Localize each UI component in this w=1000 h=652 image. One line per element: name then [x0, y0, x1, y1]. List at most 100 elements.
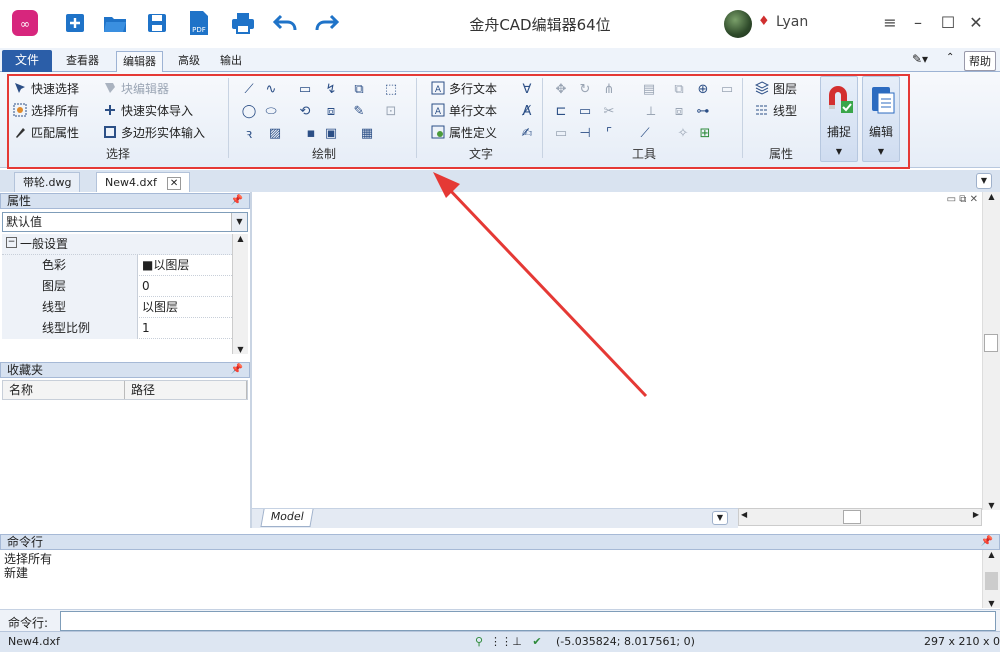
helix-icon[interactable]: ꝛ [240, 124, 258, 142]
trim-icon[interactable]: ✂ [600, 102, 618, 120]
collapse-ribbon-icon[interactable]: ⌃ [946, 52, 954, 63]
properties-select[interactable]: 默认值 ▼ [2, 212, 248, 232]
link-icon[interactable]: ⊶ [694, 102, 712, 120]
maximize-button[interactable]: ☐ [936, 10, 960, 36]
linetype-button[interactable]: 线型 [754, 100, 797, 120]
stretch-icon[interactable]: ▭ [718, 80, 736, 98]
hatch-icon[interactable]: ▨ [266, 124, 284, 142]
horizontal-scrollbar[interactable]: ◀ ▶ [738, 508, 982, 526]
doc-tab-2[interactable]: New4.dxf ✕ [96, 172, 191, 192]
close-tab-icon[interactable]: ✕ [166, 177, 182, 190]
group-icon[interactable]: ⧈ [670, 102, 688, 120]
menu-icon[interactable]: ≡ [878, 10, 902, 36]
layer-button[interactable]: 图层 [754, 78, 797, 98]
edit-dropdown-icon[interactable]: ▼ [863, 147, 899, 156]
column-header-path[interactable]: 路径 [125, 381, 247, 399]
tab-editor[interactable]: 编辑器 [116, 51, 163, 72]
redo-icon[interactable] [312, 8, 342, 38]
insert-icon[interactable]: ⊡ [382, 102, 400, 120]
scroll-thumb[interactable] [843, 510, 861, 524]
property-row[interactable]: 线型 以图层 [2, 297, 232, 318]
copy-entity-icon[interactable]: ⧉ [350, 80, 368, 98]
property-row[interactable]: 线型比例 1 [2, 318, 232, 339]
scroll-thumb[interactable] [984, 334, 998, 352]
select-all-button[interactable]: 选择所有 [12, 100, 79, 120]
vertical-scrollbar[interactable]: ▲ ▼ [982, 192, 1000, 510]
tab-list-icon[interactable]: ▼ [976, 173, 992, 189]
property-value[interactable]: 0 [139, 276, 150, 297]
scale-icon[interactable]: ▭ [576, 102, 594, 120]
match-props-button[interactable]: 匹配属性 [12, 122, 79, 142]
mirror-icon[interactable]: ⋔ [600, 80, 618, 98]
minimize-button[interactable]: – [906, 10, 930, 36]
help-button[interactable]: 帮助 [964, 51, 996, 71]
polygon-entity-input-button[interactable]: 多边形实体输入 [102, 122, 205, 142]
array-icon[interactable]: ▤ [640, 80, 658, 98]
snap-dropdown-icon[interactable]: ▼ [821, 147, 857, 156]
purge-icon[interactable]: ⊞ [696, 124, 714, 142]
style-icon[interactable]: ✎▾ [912, 52, 928, 66]
block-icon[interactable]: ⧈ [322, 102, 340, 120]
collapse-icon[interactable]: − [6, 237, 17, 248]
close-button[interactable]: ✕ [964, 10, 988, 36]
save-icon[interactable] [142, 8, 172, 38]
pin-icon[interactable]: 📌 [981, 535, 993, 549]
image-icon[interactable]: ▣ [322, 124, 340, 142]
multiline-text-button[interactable]: A 多行文本 [430, 78, 497, 98]
ortho-status-icon[interactable]: ⊥ [510, 635, 524, 649]
text-style-icon[interactable]: ꓯ [518, 80, 536, 98]
username[interactable]: Lyan [776, 14, 808, 30]
chevron-down-icon[interactable]: ▼ [231, 213, 247, 231]
property-section[interactable]: − 一般设置 [2, 234, 232, 255]
line-icon[interactable]: ⟋ [240, 80, 258, 98]
property-value[interactable]: 以图层 [139, 297, 178, 318]
spline-icon[interactable]: ∿ [262, 80, 280, 98]
ellipse-icon[interactable]: ⬭ [262, 102, 280, 120]
scroll-thumb[interactable] [985, 572, 998, 590]
dim-icon[interactable]: ▭ [552, 124, 570, 142]
avatar[interactable] [724, 10, 752, 38]
rectangle-icon[interactable]: ▭ [296, 80, 314, 98]
edit-button[interactable]: 编辑 ▼ [862, 76, 900, 162]
pen-icon[interactable]: ✎ [350, 102, 368, 120]
tab-output[interactable]: 输出 [214, 51, 248, 72]
column-header-name[interactable]: 名称 [3, 381, 125, 399]
layout-list-icon[interactable]: ▼ [712, 511, 728, 525]
arc-icon[interactable]: ⟲ [296, 102, 314, 120]
command-input[interactable] [60, 611, 996, 631]
pin-icon[interactable]: 📌 [231, 363, 243, 377]
property-row[interactable]: 图层 0 [2, 276, 232, 297]
property-row[interactable]: 色彩 ■以图层 [2, 255, 232, 276]
fillet-icon[interactable]: ⌜ [600, 124, 618, 142]
tab-viewer[interactable]: 查看器 [60, 51, 105, 72]
explode-icon[interactable]: ⊕ [694, 80, 712, 98]
lineweight-status-icon[interactable]: ✔ [530, 635, 544, 649]
erase-icon[interactable]: ✧ [674, 124, 692, 142]
copy-icon[interactable]: ⧉ [670, 80, 688, 98]
quick-select-button[interactable]: 快速选择 [12, 78, 79, 98]
rotate-icon[interactable]: ↻ [576, 80, 594, 98]
print-icon[interactable] [228, 8, 258, 38]
snap-button[interactable]: 捕捉 ▼ [820, 76, 858, 162]
chamfer-icon[interactable]: ⟋ [636, 124, 654, 142]
new-icon[interactable] [60, 8, 90, 38]
snap-status-icon[interactable]: ⚲ [472, 635, 486, 649]
offset-icon[interactable]: ⊏ [552, 102, 570, 120]
block-editor-button[interactable]: 块编辑器 [102, 78, 169, 98]
property-grid-scrollbar[interactable]: ▲ ▼ [232, 234, 248, 354]
quick-entity-import-button[interactable]: 快速实体导入 [102, 100, 193, 120]
pin-icon[interactable]: 📌 [231, 194, 243, 208]
region-icon[interactable]: ⬚ [382, 80, 400, 98]
undo-icon[interactable] [270, 8, 300, 38]
table-icon[interactable]: ▦ [358, 124, 376, 142]
doc-tab-1[interactable]: 带轮.dwg [14, 172, 81, 192]
attribute-define-button[interactable]: 属性定义 [430, 122, 497, 142]
property-value[interactable]: 1 [139, 318, 150, 339]
circle-icon[interactable]: ◯ [240, 102, 258, 120]
point-icon[interactable]: ▪ [302, 124, 320, 142]
command-scrollbar[interactable]: ▲ ▼ [982, 550, 1000, 608]
property-value[interactable]: ■以图层 [139, 255, 189, 276]
pdf-icon[interactable]: PDF [184, 8, 214, 38]
open-icon[interactable] [100, 8, 130, 38]
tab-advanced[interactable]: 高级 [172, 51, 206, 72]
